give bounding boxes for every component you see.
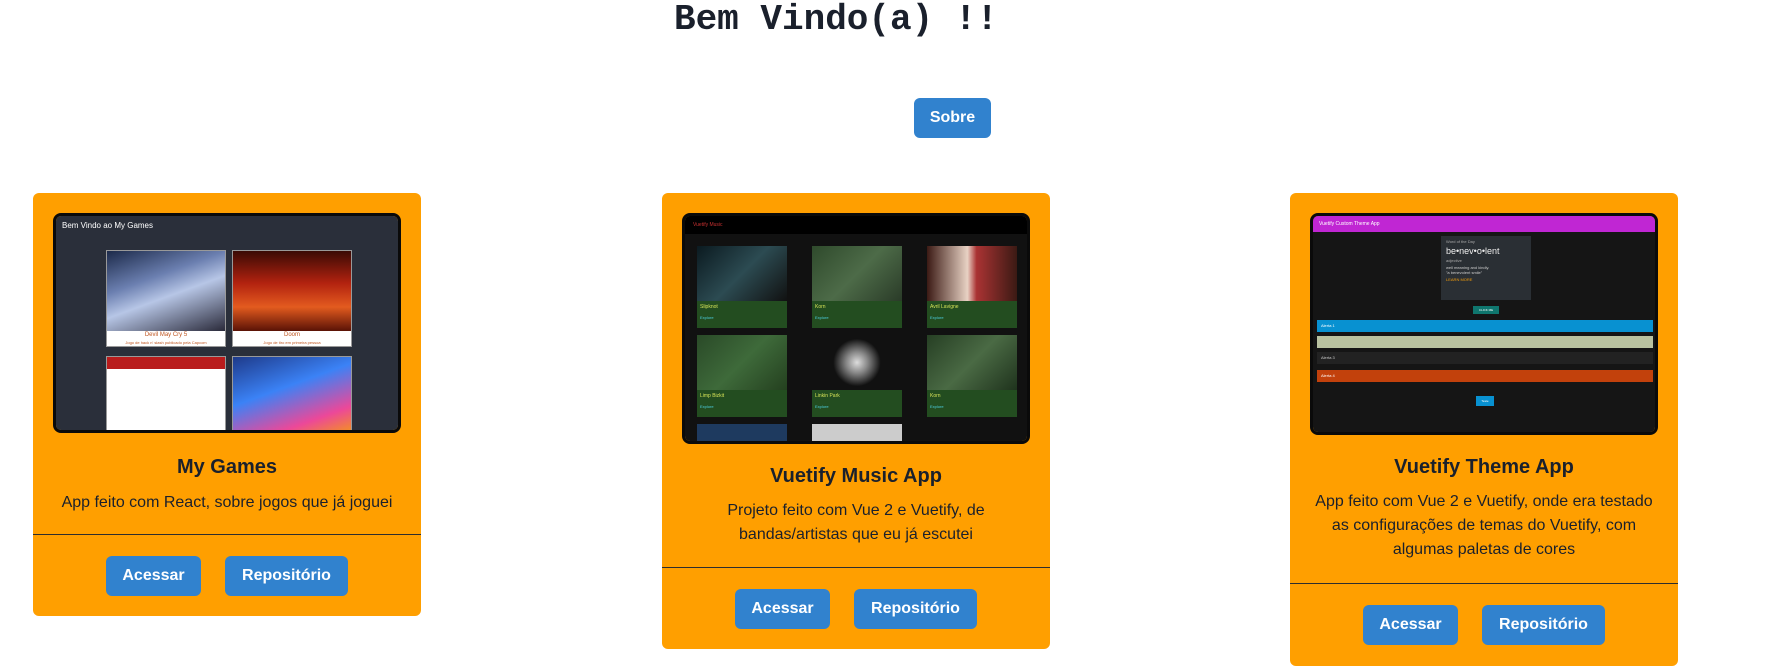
- preview-tile-sub: Jogo de tiro em primeira pessoa: [263, 340, 321, 345]
- preview-tile: Linkin Park Explore: [812, 335, 902, 417]
- card-description: App feito com Vue 2 e Vuetify, onde era …: [1315, 493, 1653, 558]
- card-title: My Games: [176, 456, 278, 478]
- project-card-vuetify-theme: Vuetify Custom Theme App Word of the Day…: [1290, 193, 1678, 666]
- preview-tile-name: Doom: [283, 332, 300, 338]
- preview-tile-sub: Jogo de hack n' slash publicado pela Cap…: [125, 340, 207, 345]
- preview-tile: Doom Jogo de tiro em primeira pessoa: [232, 250, 352, 347]
- project-card-vuetify-music: Vuetify Music Slipknot Explore Korn Expl…: [662, 193, 1050, 649]
- preview-tile-link: Explore: [930, 315, 944, 320]
- card-divider: [33, 534, 421, 535]
- card-title: Vuetify Theme App: [1394, 456, 1574, 478]
- learn-more-link: LEARN MORE: [1446, 277, 1473, 282]
- card-title: Vuetify Music App: [770, 465, 942, 487]
- preview-tile: Korn Explore: [927, 335, 1017, 417]
- preview-tile: Limp Bizkit Explore: [697, 335, 787, 417]
- repository-button[interactable]: Repositório: [225, 556, 348, 596]
- access-button[interactable]: Acessar: [106, 556, 201, 596]
- preview-tile: Avril Lavigne Explore: [927, 246, 1017, 328]
- preview-tile-name: Korn: [930, 393, 941, 399]
- alert-3: Alerta 3: [1317, 352, 1653, 364]
- about-button[interactable]: Sobre: [914, 98, 991, 138]
- alert-2: [1317, 336, 1653, 348]
- repository-button[interactable]: Repositório: [1482, 605, 1605, 645]
- access-button[interactable]: Acessar: [1363, 605, 1458, 645]
- project-card-my-games: Bem Vindo ao My Games Devil May Cry 5 Jo…: [33, 193, 421, 616]
- preview-tile-name: Korn: [815, 304, 826, 310]
- preview-tile-name: Limp Bizkit: [700, 393, 725, 399]
- access-button[interactable]: Acessar: [735, 589, 830, 629]
- card-divider: [662, 567, 1050, 568]
- word-of-day: be•nev•o•lent: [1446, 246, 1500, 256]
- preview-tile-name: Slipknot: [700, 304, 718, 310]
- preview-tile: [812, 424, 902, 441]
- preview-tile: [697, 424, 787, 441]
- click-me-button: CLICK ME: [1473, 306, 1499, 314]
- preview-tile: Slipknot Explore: [697, 246, 787, 328]
- repository-button[interactable]: Repositório: [854, 589, 977, 629]
- preview-heading: Vuetify Custom Theme App: [1313, 216, 1655, 232]
- preview-tile-link: Explore: [930, 404, 944, 409]
- preview-tile: [106, 356, 226, 430]
- preview-tile-name: Linkin Park: [815, 393, 840, 399]
- preview-heading: Bem Vindo ao My Games: [62, 221, 154, 230]
- preview-tile: Devil May Cry 5 Jogo de hack n' slash pu…: [106, 250, 226, 347]
- card-description: App feito com React, sobre jogos que já …: [61, 494, 393, 511]
- card-description: Projeto feito com Vue 2 e Vuetify, de ba…: [727, 502, 985, 543]
- project-preview-image[interactable]: Vuetify Custom Theme App Word of the Day…: [1310, 213, 1658, 435]
- preview-tile-link: Explore: [700, 404, 714, 409]
- project-preview-image[interactable]: Bem Vindo ao My Games Devil May Cry 5 Jo…: [53, 213, 401, 433]
- word-of-day-card: Word of the Day be•nev•o•lent adjective …: [1441, 236, 1531, 300]
- page-title: Bem Vindo(a) !!: [673, 0, 999, 40]
- preview-tile-link: Explore: [815, 404, 829, 409]
- alert-1: Alerta 1: [1317, 320, 1653, 332]
- preview-tile-name: Avril Lavigne: [930, 304, 959, 310]
- alert-4: Alerta 4: [1317, 370, 1653, 382]
- preview-tile: Korn Explore: [812, 246, 902, 328]
- card-divider: [1290, 583, 1678, 584]
- preview-tile: [232, 356, 352, 430]
- test-button: Teste: [1476, 396, 1494, 406]
- preview-tile-link: Explore: [700, 315, 714, 320]
- word-pos: adjective: [1446, 258, 1462, 263]
- preview-tile-link: Explore: [815, 315, 829, 320]
- preview-tile-name: Devil May Cry 5: [144, 332, 188, 338]
- preview-heading: Vuetify Music: [685, 216, 1027, 234]
- project-preview-image[interactable]: Vuetify Music Slipknot Explore Korn Expl…: [682, 213, 1030, 444]
